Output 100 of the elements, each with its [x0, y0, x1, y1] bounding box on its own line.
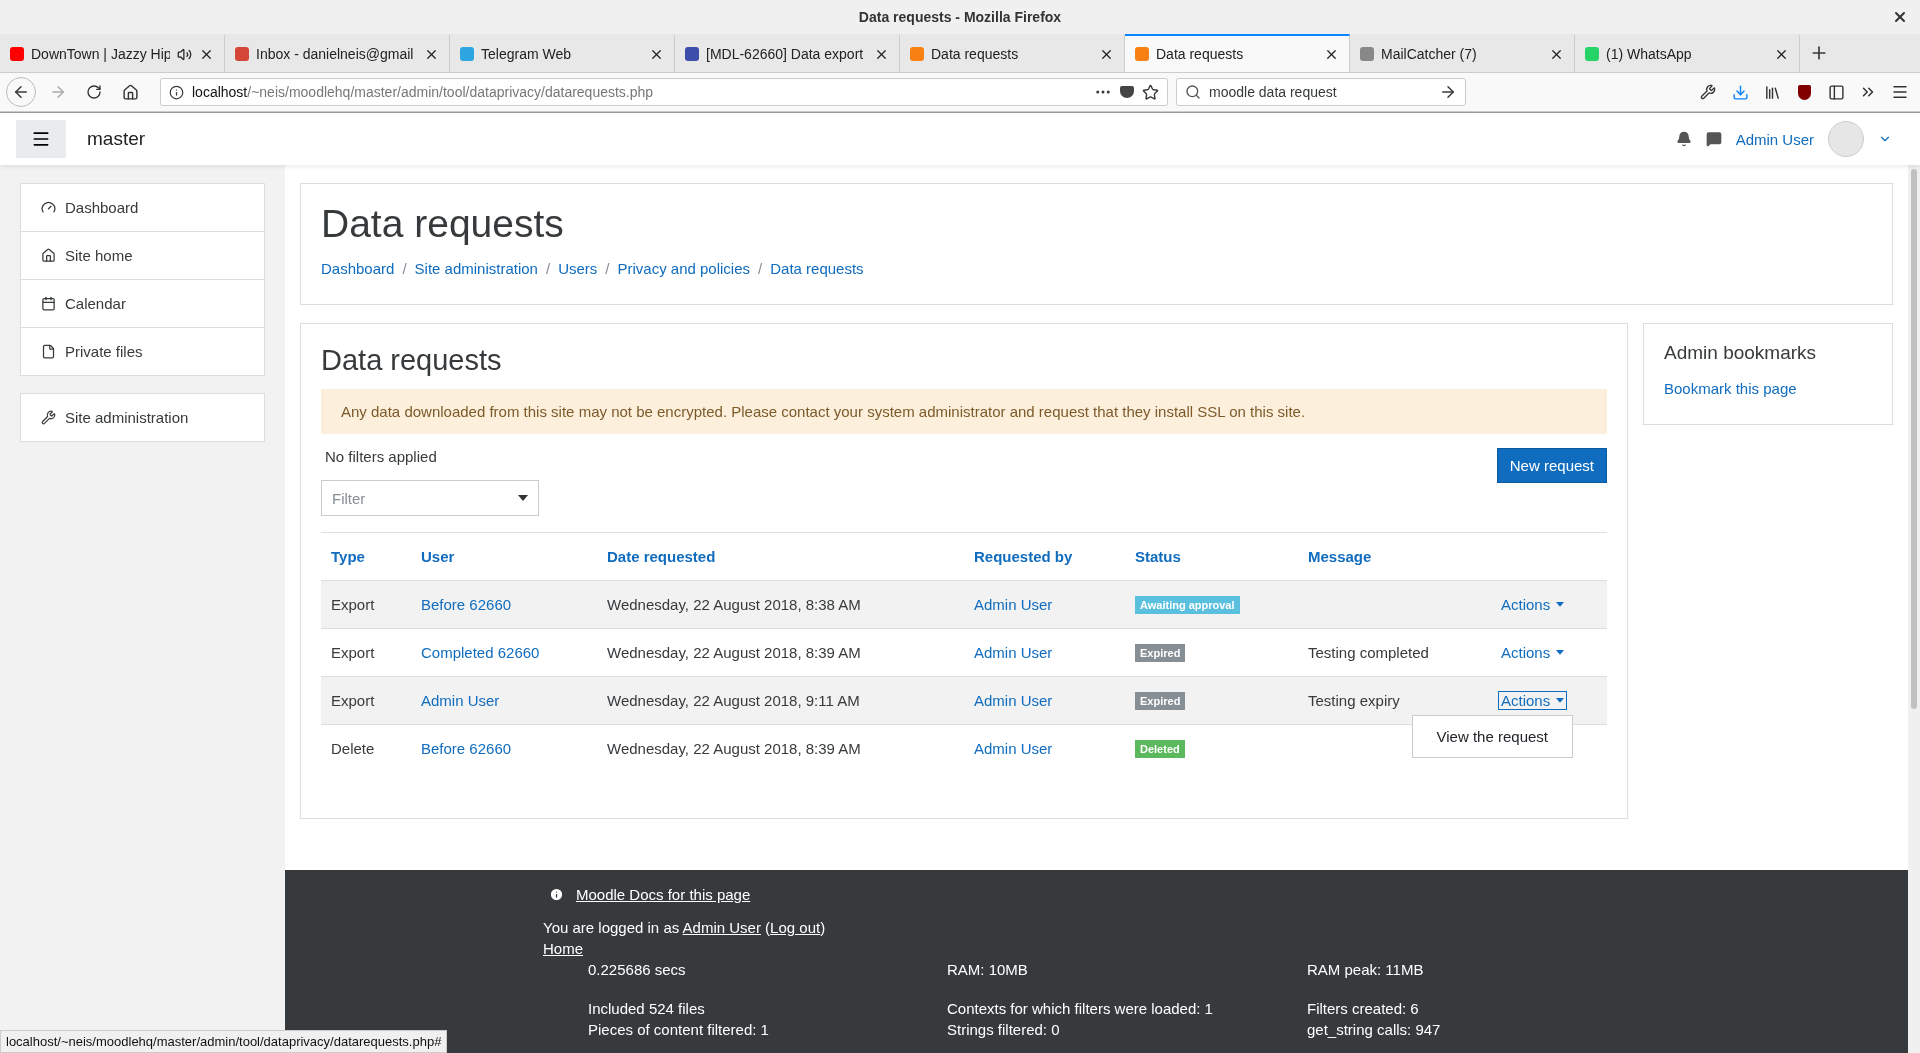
- perf-stat: get_string calls: 947: [1307, 1021, 1442, 1038]
- browser-tab[interactable]: [MDL-62660] Data export: [675, 34, 900, 72]
- browser-tab[interactable]: Telegram Web: [450, 34, 675, 72]
- filter-select[interactable]: Filter: [321, 480, 539, 516]
- page-title: Data requests: [321, 202, 565, 246]
- site-name[interactable]: master: [87, 128, 146, 150]
- perf-stat: RAM: 10MB: [947, 961, 1029, 978]
- wrench-icon: [41, 410, 56, 425]
- favicon-icon: [460, 47, 474, 61]
- favicon-icon: [1585, 47, 1599, 61]
- menu-button[interactable]: [16, 120, 66, 158]
- user-link[interactable]: Before 62660: [421, 740, 607, 757]
- address-bar[interactable]: localhost/~neis/moodlehq/master/admin/tool/dataprivacy/datarequests.php: [160, 78, 1168, 106]
- nav-item[interactable]: Private files: [21, 327, 264, 375]
- requester-link[interactable]: Admin User: [974, 596, 1135, 613]
- close-icon[interactable]: [1892, 9, 1908, 25]
- nav-item[interactable]: Site administration: [21, 394, 264, 441]
- column-header[interactable]: Message: [1308, 548, 1498, 565]
- info-icon[interactable]: [169, 84, 184, 100]
- requester-link[interactable]: Admin User: [974, 644, 1135, 661]
- message-cell-text: Testing expiry: [1308, 692, 1401, 709]
- caret-icon: [1556, 698, 1565, 703]
- requester-link[interactable]: Admin User: [974, 692, 1135, 709]
- warning-alert: Any data downloaded from this site may not be encrypted. Please contact your system administrator and request that they install SSL on this site.: [321, 389, 1607, 434]
- caret-icon: [1556, 602, 1565, 607]
- status-tag: Deleted: [1135, 739, 1185, 758]
- arrow-icon[interactable]: [1439, 83, 1457, 101]
- column-header[interactable]: User: [421, 548, 607, 565]
- favicon-icon: [235, 47, 249, 61]
- caret-icon: [1556, 650, 1565, 655]
- date-cell-text: Wednesday, 22 August 2018, 8:39 AM: [607, 740, 862, 757]
- perf-stat: 0.225686 secs: [588, 961, 687, 978]
- perf-stat: Included 524 files: [588, 1000, 706, 1017]
- info-icon: [549, 887, 564, 902]
- column-header[interactable]: Status: [1135, 548, 1308, 565]
- nav-item[interactable]: Site home: [21, 231, 264, 279]
- browser-tab[interactable]: Data requests: [1125, 34, 1350, 72]
- caret-icon: [518, 495, 528, 501]
- search-icon: [1185, 84, 1201, 100]
- date-cell-text: Wednesday, 22 August 2018, 8:38 AM: [607, 596, 862, 613]
- bookmark-link[interactable]: Bookmark this page: [1664, 380, 1797, 397]
- type-cell-text: Export: [331, 692, 376, 709]
- browser-tab[interactable]: (1) WhatsApp: [1575, 34, 1800, 72]
- favicon-icon: [10, 47, 24, 61]
- url-text: localhost/~neis/moodlehq/master/admin/tool/dataprivacy/datarequests.php: [192, 84, 655, 100]
- status-tag: Expired: [1135, 691, 1186, 710]
- window-title: Data requests - Mozilla Firefox: [858, 9, 1062, 25]
- column-header[interactable]: Type: [331, 548, 421, 565]
- column-header[interactable]: Date requested: [607, 548, 974, 565]
- status-url: localhost/~neis/moodlehq/master/admin/tool/dataprivacy/datarequests.php#: [0, 1030, 448, 1053]
- menu-item[interactable]: View the request: [1412, 722, 1572, 751]
- bell-icon[interactable]: [1675, 131, 1692, 147]
- browser-tab[interactable]: MailCatcher (7): [1350, 34, 1575, 72]
- user-link[interactable]: Completed 62660: [421, 644, 607, 661]
- menu-icon: [31, 129, 51, 149]
- message-cell-text: Testing completed: [1308, 644, 1430, 661]
- breadcrumb-separator: /: [402, 260, 407, 277]
- breadcrumb-link[interactable]: Site administration: [414, 260, 538, 277]
- home-link[interactable]: Home: [543, 940, 583, 957]
- requester-link[interactable]: Admin User: [974, 740, 1135, 757]
- date-cell-text: Wednesday, 22 August 2018, 8:39 AM: [607, 644, 862, 661]
- user-name[interactable]: Admin User: [1735, 130, 1814, 148]
- column-header[interactable]: Requested by: [974, 548, 1135, 565]
- breadcrumb-separator: /: [545, 260, 551, 277]
- chat-icon[interactable]: [1705, 131, 1722, 147]
- home-icon: [41, 248, 56, 263]
- section-heading: Data requests: [321, 344, 503, 377]
- star-icon[interactable]: [1142, 83, 1159, 101]
- browser-tab[interactable]: Inbox - danielneis@gmail: [225, 34, 450, 72]
- login-info: You are logged in as Admin User (Log out): [543, 919, 827, 936]
- actions-dropdown[interactable]: Actions: [1498, 643, 1568, 662]
- favicon-icon: [1135, 47, 1149, 61]
- search-field[interactable]: moodle data request: [1176, 78, 1466, 106]
- docs-link[interactable]: Moodle Docs for this page: [576, 886, 751, 903]
- breadcrumb-link[interactable]: Users: [558, 260, 598, 277]
- actions-dropdown[interactable]: Actions: [1498, 595, 1568, 614]
- footer-link[interactable]: Log out: [770, 919, 821, 936]
- user-link[interactable]: Admin User: [421, 692, 607, 709]
- new-request-button[interactable]: New request: [1496, 448, 1607, 483]
- gauge-icon: [41, 200, 56, 215]
- perf-stat: RAM peak: 11MB: [1307, 961, 1425, 978]
- block-title: Admin bookmarks: [1664, 342, 1818, 364]
- breadcrumb-link[interactable]: Privacy and policies: [617, 260, 751, 277]
- status-tag: Awaiting approval: [1135, 595, 1240, 614]
- footer-link[interactable]: Admin User: [682, 919, 761, 936]
- breadcrumb-separator: /: [605, 260, 610, 277]
- nav-item[interactable]: Calendar: [21, 279, 264, 327]
- perf-stat: Filters created: 6: [1307, 1000, 1420, 1017]
- perf-stat: Pieces of content filtered: 1: [588, 1021, 770, 1038]
- type-cell-text: Export: [331, 644, 376, 661]
- breadcrumb-link[interactable]: Dashboard: [321, 260, 395, 277]
- filters-text: No filters applied: [324, 447, 437, 465]
- nav-item[interactable]: Dashboard: [21, 184, 264, 231]
- actions-dropdown[interactable]: Actions: [1498, 691, 1568, 710]
- speaker-icon[interactable]: [177, 46, 192, 62]
- favicon-icon: [1360, 47, 1374, 61]
- user-link[interactable]: Before 62660: [421, 596, 607, 613]
- favicon-icon: [910, 47, 924, 61]
- date-cell-text: Wednesday, 22 August 2018, 9:11 AM: [607, 692, 861, 709]
- breadcrumb-link[interactable]: Data requests: [770, 260, 864, 277]
